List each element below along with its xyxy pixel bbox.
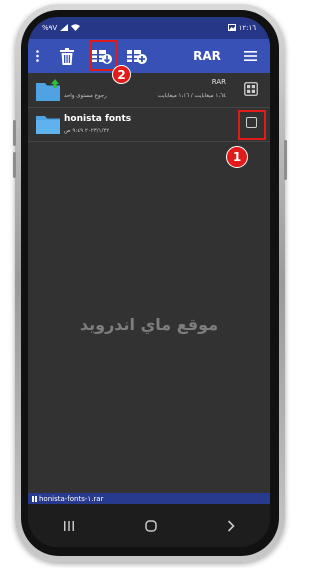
phone-screen: %٩V ١٢:١٦ RAR 2 RAR رجوع مستوى واحد ١،٦٤… [28, 17, 270, 547]
system-nav-bar [28, 504, 270, 547]
gallery-icon [227, 23, 236, 33]
hamburger-menu-button[interactable] [242, 39, 258, 73]
status-left-text: %٩V [42, 24, 58, 32]
parent-folder-subtitle-right: ١،٦٤ ميغابايت / ١،١٦ ميغابايت [157, 93, 226, 99]
parent-folder-name: RAR [211, 78, 226, 86]
app-toolbar: RAR [28, 39, 270, 73]
volume-up-button [13, 120, 16, 146]
watermark-text: موقع ماي اندرويد [79, 315, 219, 334]
highlight-box-extract [89, 40, 117, 71]
annotation-badge-1: 1 [226, 146, 248, 168]
list-item-honista-fonts[interactable]: honista fonts ٢٠٢٣/١/٢٢ ٩:٤٩ ص [28, 107, 270, 142]
grid-view-icon[interactable] [244, 82, 258, 96]
current-archive-bar: honista-fonts-١.rar [28, 493, 270, 504]
wifi-icon [71, 23, 81, 33]
delete-button[interactable] [56, 39, 78, 73]
toolbar-title: RAR [193, 39, 221, 73]
status-bar: %٩V ١٢:١٦ [28, 17, 270, 39]
folder-icon [36, 116, 60, 134]
menu-icon [243, 51, 257, 61]
home-icon[interactable] [145, 519, 157, 532]
toolbar-title-text: RAR [193, 49, 221, 63]
recent-apps-icon[interactable] [63, 520, 75, 531]
volume-down-button [13, 152, 16, 178]
power-button [284, 140, 287, 180]
signal-icon [60, 23, 69, 33]
folder-name: honista fonts [64, 114, 132, 124]
parent-folder-subtitle-left: رجوع مستوى واحد [64, 93, 107, 99]
trash-icon [60, 47, 74, 65]
highlight-box-checkbox [238, 110, 266, 140]
status-time: ١٢:١٦ [238, 24, 256, 32]
current-archive-name: honista-fonts-١.rar [39, 494, 104, 503]
archive-icon [32, 495, 37, 502]
more-vert-icon [35, 50, 39, 62]
folder-up-icon [36, 79, 60, 101]
overflow-menu-button[interactable] [31, 39, 43, 73]
folder-date: ٢٠٢٣/١/٢٢ ٩:٤٩ ص [64, 128, 110, 134]
add-archive-icon [127, 50, 147, 64]
back-chevron-icon[interactable] [227, 519, 235, 532]
list-item-parent-folder[interactable]: RAR رجوع مستوى واحد ١،٦٤ ميغابايت / ١،١٦… [28, 73, 270, 108]
